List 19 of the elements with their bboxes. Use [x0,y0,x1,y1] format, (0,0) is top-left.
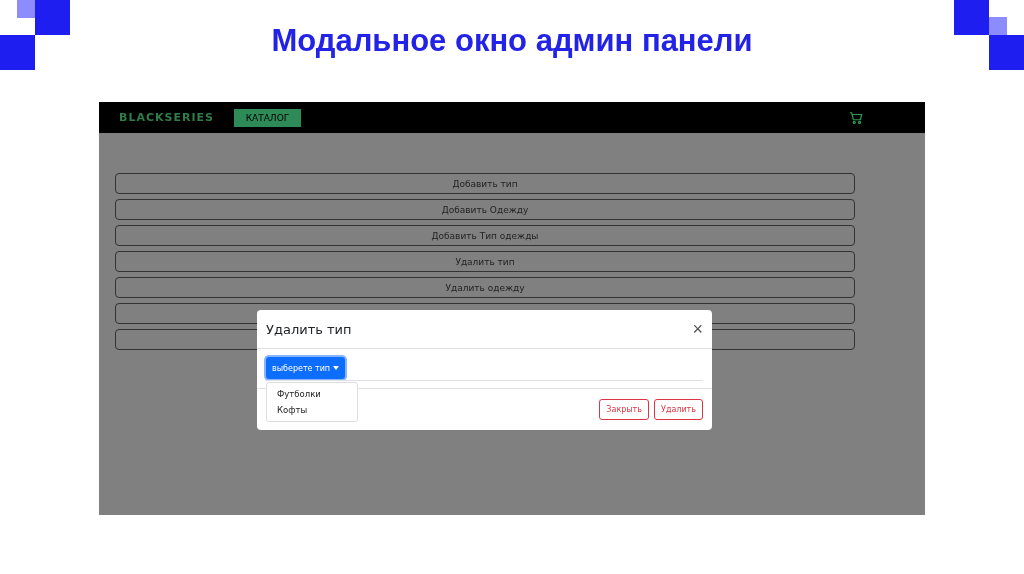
modal-footer-button[interactable]: Удалить [654,399,703,420]
slide-title: Модальное окно админ панели [271,23,753,60]
admin-action-button[interactable]: Удалить одежду [115,277,855,298]
corner-decoration-drawing [954,0,1024,70]
modal-title: Удалить тип [266,321,352,337]
type-dropdown-button[interactable]: выберете тип [266,357,346,379]
caret-icon [333,366,340,370]
admin-action-button[interactable]: Удалить тип [115,251,855,272]
catalog-button[interactable]: КАТАЛОГ [233,108,301,127]
admin-action-button[interactable]: Добавить тип [115,173,855,194]
brand-logo[interactable]: BLACKSERIES [119,111,214,124]
admin-action-button[interactable]: Добавить Одежду [115,199,855,220]
close-button[interactable]: × [692,320,703,338]
dropdown-option[interactable]: Футболки [267,386,357,402]
admin-action-button[interactable]: Добавить Тип одежды [115,225,855,246]
corner-decoration-drawing [0,0,70,70]
cart-icon[interactable] [848,110,863,125]
modal-footer-button[interactable]: Закрыть [599,399,649,420]
dropdown-option[interactable]: Кофты [267,402,357,418]
